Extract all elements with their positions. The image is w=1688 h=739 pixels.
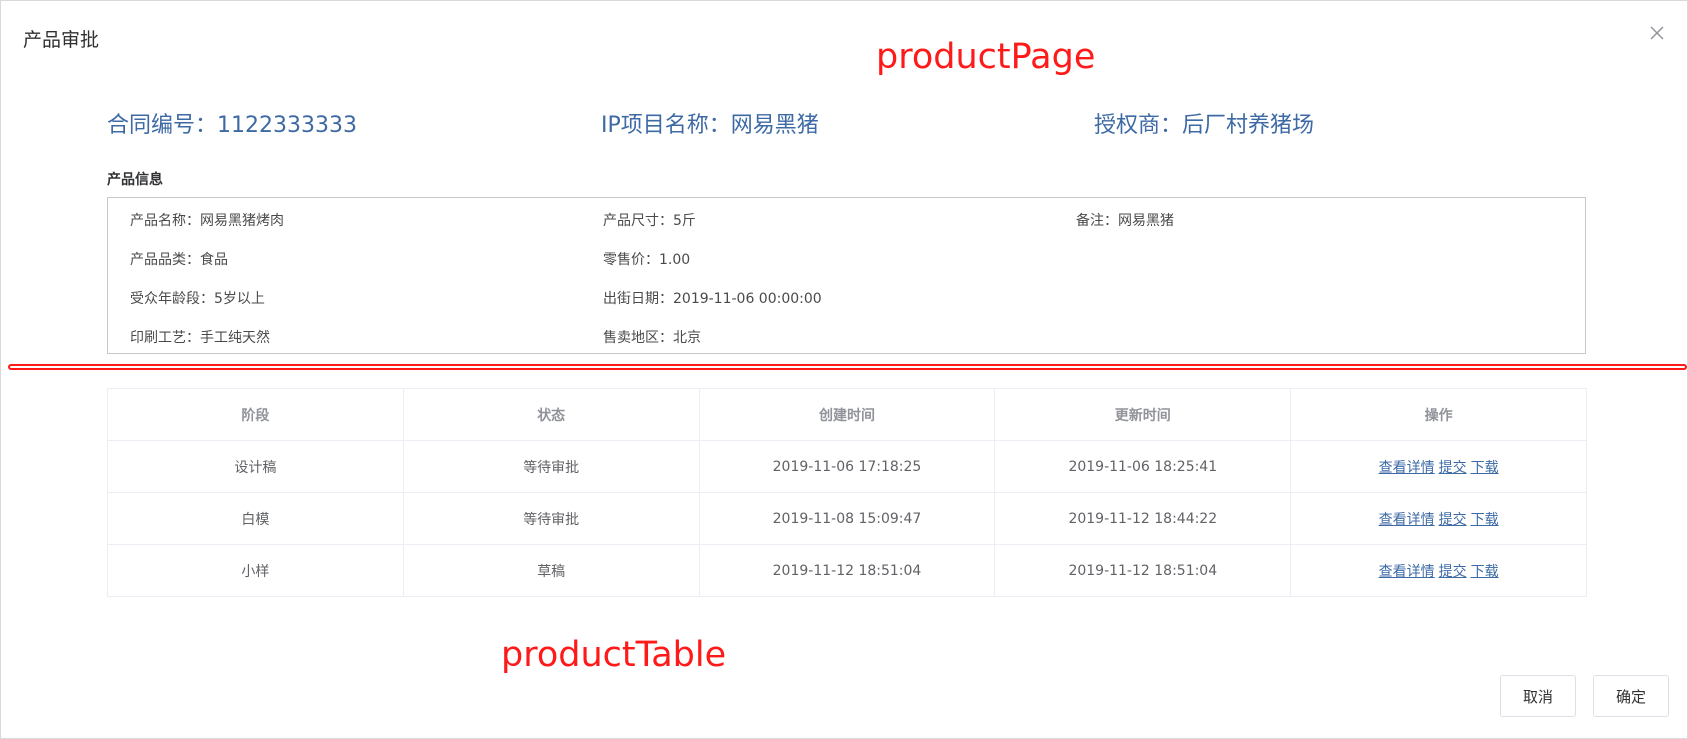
contract-number: 合同编号：1122333333 (107, 113, 357, 138)
sales-region: 售卖地区：北京 (603, 330, 701, 346)
release-date: 出街日期：2019-11-06 00:00:00 (603, 291, 822, 307)
product-stage-table: 阶段 状态 创建时间 更新时间 操作 设计稿 等待审批 2019-11-06 1… (107, 388, 1587, 597)
cell-status: 等待审批 (402, 492, 700, 545)
cell-created: 2019-11-12 18:51:04 (698, 544, 996, 597)
submit-link[interactable]: 提交 (1439, 460, 1467, 476)
submit-link[interactable]: 提交 (1439, 564, 1467, 580)
cell-actions: 查看详情 提交 下载 (1290, 492, 1587, 545)
product-size: 产品尺寸：5斤 (603, 213, 696, 229)
retail-price: 零售价：1.00 (603, 252, 691, 268)
annotation-product-page: productPage (876, 37, 1096, 77)
cell-status: 草稿 (402, 544, 700, 597)
header-created: 创建时间 (698, 388, 996, 441)
audience-age-group: 受众年龄段：5岁以上 (130, 291, 265, 307)
cell-updated: 2019-11-12 18:51:04 (994, 544, 1292, 597)
header-actions: 操作 (1290, 388, 1587, 441)
cell-stage: 白模 (107, 492, 404, 545)
header-updated: 更新时间 (994, 388, 1292, 441)
product-category: 产品品类：食品 (130, 252, 228, 268)
cancel-button[interactable]: 取消 (1500, 675, 1576, 717)
product-info-title: 产品信息 (107, 172, 163, 188)
cell-created: 2019-11-08 15:09:47 (698, 492, 996, 545)
table-row: 小样 草稿 2019-11-12 18:51:04 2019-11-12 18:… (107, 544, 1587, 597)
licensor-name: 授权商：后厂村养猪场 (1094, 113, 1315, 138)
dialog-title: 产品审批 (23, 29, 100, 51)
view-details-link[interactable]: 查看详情 (1379, 512, 1435, 528)
cell-stage: 小样 (107, 544, 404, 597)
view-details-link[interactable]: 查看详情 (1379, 460, 1435, 476)
cell-actions: 查看详情 提交 下载 (1290, 440, 1587, 493)
cell-status: 等待审批 (402, 440, 700, 493)
product-name: 产品名称：网易黑猪烤肉 (130, 213, 284, 229)
download-link[interactable]: 下载 (1471, 512, 1499, 528)
product-remark: 备注：网易黑猪 (1076, 213, 1174, 229)
download-link[interactable]: 下载 (1471, 460, 1499, 476)
header-status: 状态 (402, 388, 700, 441)
submit-link[interactable]: 提交 (1439, 512, 1467, 528)
table-row: 白模 等待审批 2019-11-08 15:09:47 2019-11-12 1… (107, 492, 1587, 545)
download-link[interactable]: 下载 (1471, 564, 1499, 580)
ip-project-name: IP项目名称：网易黑猪 (601, 113, 819, 138)
cell-actions: 查看详情 提交 下载 (1290, 544, 1587, 597)
view-details-link[interactable]: 查看详情 (1379, 564, 1435, 580)
close-icon (1650, 26, 1664, 40)
confirm-button[interactable]: 确定 (1593, 675, 1669, 717)
product-approval-dialog: 产品审批 productPage 合同编号：1122333333 IP项目名称：… (0, 0, 1688, 739)
product-info-box: 产品名称：网易黑猪烤肉 产品尺寸：5斤 备注：网易黑猪 产品品类：食品 零售价：… (107, 197, 1586, 354)
cell-updated: 2019-11-12 18:44:22 (994, 492, 1292, 545)
header-stage: 阶段 (107, 388, 404, 441)
annotation-divider (8, 364, 1687, 370)
printing-process: 印刷工艺：手工纯天然 (130, 330, 270, 346)
cell-updated: 2019-11-06 18:25:41 (994, 440, 1292, 493)
table-header-row: 阶段 状态 创建时间 更新时间 操作 (107, 388, 1587, 441)
close-button[interactable] (1645, 21, 1669, 45)
cell-created: 2019-11-06 17:18:25 (698, 440, 996, 493)
annotation-product-table: productTable (501, 635, 727, 675)
table-row: 设计稿 等待审批 2019-11-06 17:18:25 2019-11-06 … (107, 440, 1587, 493)
cell-stage: 设计稿 (107, 440, 404, 493)
